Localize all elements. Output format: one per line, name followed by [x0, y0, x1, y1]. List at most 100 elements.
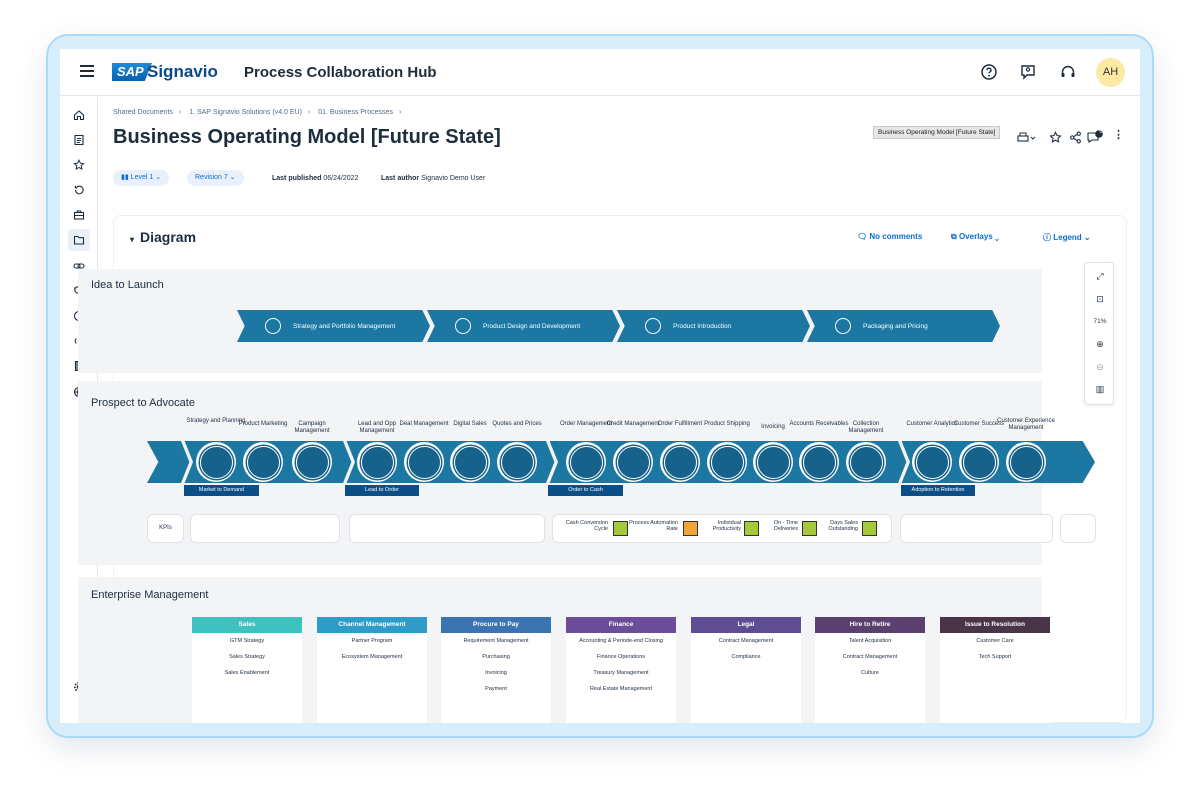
scenario-tag[interactable]: Adoption to Retention [901, 485, 975, 496]
capability-item[interactable]: Real Estate Management [566, 681, 676, 697]
capability-item[interactable]: Requirement Management [441, 633, 551, 649]
value-chain-step[interactable]: Product Design and Development [427, 310, 620, 342]
process-icon-badge[interactable] [959, 442, 999, 482]
step-label: Strategy and Portfolio Management [293, 322, 396, 330]
column-header[interactable]: Procure to Pay [441, 617, 551, 633]
breadcrumb-separator: › [398, 109, 402, 116]
value-chain-step[interactable]: Packaging and Pricing [807, 310, 1000, 342]
process-icon-map-pin[interactable] [1006, 442, 1046, 482]
print-icon[interactable] [1017, 132, 1037, 144]
sap-logo[interactable]: SAP [112, 63, 152, 81]
revision-selector[interactable]: Revision 7 ⌄ [187, 170, 244, 186]
process-icon-invoice[interactable] [753, 442, 793, 482]
value-chain-step[interactable]: Strategy and Portfolio Management [237, 310, 430, 342]
capability-item[interactable]: Finance Operations [566, 649, 676, 665]
kpi-status-ok-icon[interactable] [862, 521, 877, 536]
minimap-icon[interactable]: ▥ [1093, 384, 1107, 396]
overlays-button[interactable]: ⧉ Overlays ⌄ [951, 232, 999, 242]
process-icon-digital[interactable] [450, 442, 490, 482]
scenario-tag[interactable]: Lead to Order [345, 485, 419, 496]
capability-item[interactable]: Contract Management [691, 633, 801, 649]
capability-item[interactable]: Invoicing [441, 665, 551, 681]
diagram-heading[interactable]: ▾ Diagram [130, 229, 196, 245]
folder-icon[interactable] [68, 229, 90, 251]
column-header[interactable]: Issue to Resolution [940, 617, 1050, 633]
capability-item[interactable]: Purchasing [441, 649, 551, 665]
legend-button[interactable]: ⓘ Legend ⌄ [1043, 232, 1091, 243]
process-icon-truck-globe[interactable] [707, 442, 747, 482]
level-selector[interactable]: ▮▮ Level 1 ⌄ [113, 170, 170, 186]
column-header[interactable]: Hire to Retire [815, 617, 925, 633]
menu-icon[interactable] [80, 65, 94, 77]
capability-item[interactable]: Partner Program [317, 633, 427, 649]
comments-button[interactable]: 🗨 No comments [857, 232, 922, 241]
chevron-down-icon: ⌄ [1083, 233, 1091, 242]
briefcase-icon[interactable] [68, 204, 90, 226]
fullscreen-icon[interactable]: ⤢ [1093, 271, 1107, 283]
capability-item[interactable]: Sales Enablement [192, 665, 302, 681]
share-icon[interactable] [1069, 131, 1082, 144]
process-icon-presentation[interactable] [292, 442, 332, 482]
zoom-out-icon[interactable]: ⊖ [1093, 362, 1107, 374]
fit-to-screen-icon[interactable]: ⊡ [1093, 294, 1107, 306]
more-options-icon[interactable]: ⋮ [1113, 128, 1124, 141]
target-icon [265, 318, 281, 334]
capability-item[interactable]: Sales Strategy [192, 649, 302, 665]
comment-icon: 🗨 [857, 232, 868, 241]
scenario-tag[interactable]: Market to Demand [184, 485, 259, 496]
column-header[interactable]: Channel Management [317, 617, 427, 633]
document-icon[interactable] [68, 129, 90, 151]
process-icon-coins[interactable] [846, 442, 886, 482]
home-icon[interactable] [68, 104, 90, 126]
process-icon-clipboard[interactable] [660, 442, 700, 482]
kpi-status-ok-icon[interactable] [613, 521, 628, 536]
process-icon-pie-chart[interactable] [912, 442, 952, 482]
column-header[interactable]: Sales [192, 617, 302, 633]
process-icon-location[interactable] [196, 442, 236, 482]
process-icon-rocket[interactable] [243, 442, 283, 482]
feedback-icon[interactable] [1019, 63, 1037, 81]
support-headset-icon[interactable] [1059, 63, 1077, 81]
process-icon-ticket[interactable] [497, 442, 537, 482]
capability-item[interactable]: Accounting & Periode-end Closing [566, 633, 676, 649]
zoom-in-icon[interactable]: ⊕ [1093, 339, 1107, 351]
favorite-star-icon[interactable] [1049, 131, 1062, 144]
help-icon[interactable] [980, 63, 998, 81]
capability-item[interactable]: Payment [441, 681, 551, 697]
revision-label: Revision [195, 174, 222, 181]
star-icon[interactable] [68, 154, 90, 176]
breadcrumb-item[interactable]: 01. Business Processes [318, 109, 393, 116]
kpi-status-ok-icon[interactable] [802, 521, 817, 536]
history-icon[interactable] [68, 179, 90, 201]
capability-item[interactable]: Tech Support [940, 649, 1050, 665]
column-header[interactable]: Legal [691, 617, 801, 633]
capability-item[interactable]: Culture [815, 665, 925, 681]
process-icon-handshake[interactable] [404, 442, 444, 482]
breadcrumb-item[interactable]: 1. SAP Signavio Solutions (v4.0 EU) [189, 109, 302, 116]
process-icon-chart[interactable] [357, 442, 397, 482]
revision-value: 7 [223, 174, 228, 181]
breadcrumb-item[interactable]: Shared Documents [113, 109, 173, 116]
capability-item[interactable]: Talent Acquisition [815, 633, 925, 649]
section-title: Enterprise Management [91, 589, 209, 601]
process-icon-cart[interactable] [566, 442, 606, 482]
process-icon-credit-card[interactable] [613, 442, 653, 482]
process-label: Campaign Management [294, 421, 330, 434]
kpi-status-ok-icon[interactable] [744, 521, 759, 536]
user-avatar[interactable]: AH [1096, 58, 1125, 87]
capability-item[interactable]: Contract Management [815, 649, 925, 665]
capability-item[interactable]: GTM Strategy [192, 633, 302, 649]
capability-item[interactable]: Customer Care [940, 633, 1050, 649]
kpi-status-warning-icon[interactable] [683, 521, 698, 536]
brand-name[interactable]: Signavio [147, 62, 218, 82]
scenario-tag[interactable]: Order to Cash [548, 485, 623, 496]
capability-item[interactable]: Ecosystem Management [317, 649, 427, 665]
process-icon-calendar[interactable] [799, 442, 839, 482]
comment-count-badge: 0 [1099, 129, 1103, 135]
collapse-caret-icon[interactable]: ▾ [130, 235, 134, 244]
column-header[interactable]: Finance [566, 617, 676, 633]
capability-item[interactable]: Compliance [691, 649, 801, 665]
package-icon [835, 318, 851, 334]
value-chain-step[interactable]: Product Introduction [617, 310, 810, 342]
capability-item[interactable]: Treasury Management [566, 665, 676, 681]
